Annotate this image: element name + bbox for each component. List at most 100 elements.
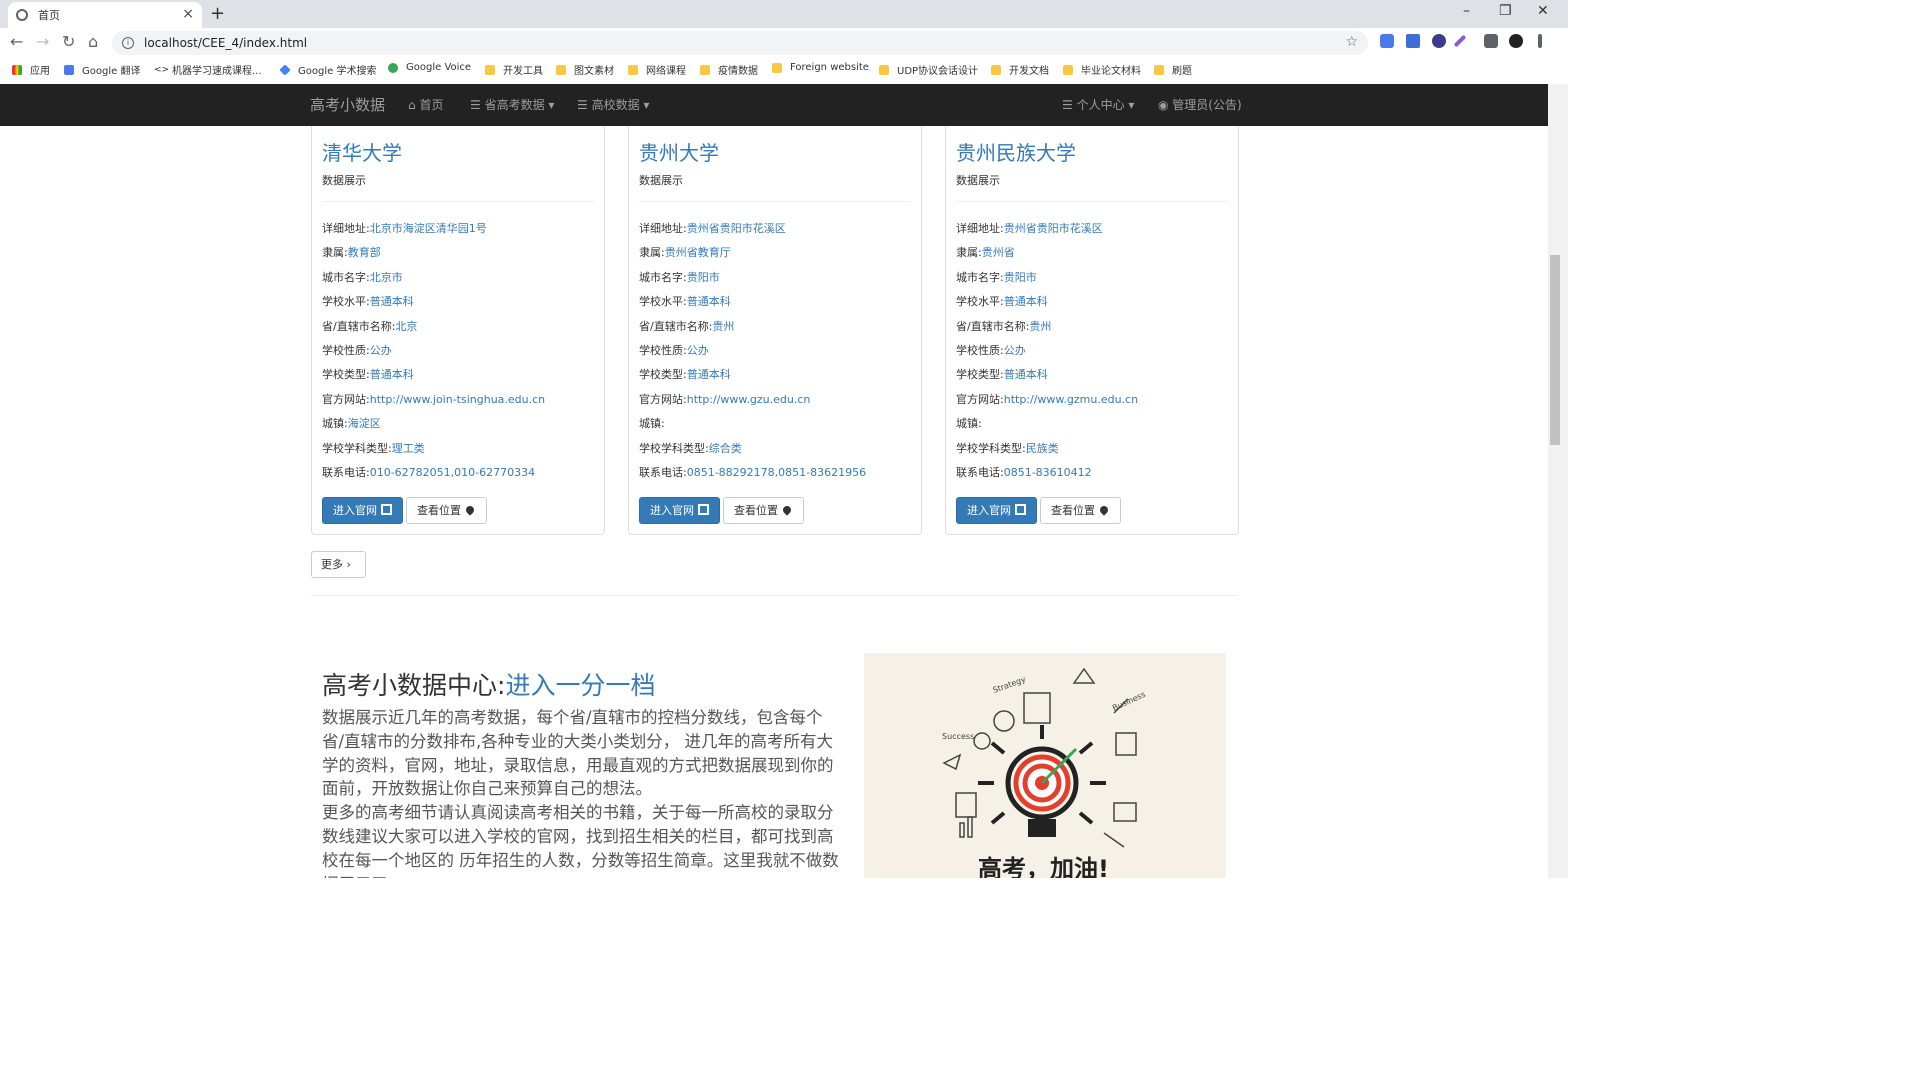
qrcode-icon (698, 504, 709, 515)
enter-website-button[interactable]: 进入官网 (322, 497, 403, 524)
bookmark-folder-dev-tools[interactable]: 开发工具 (485, 62, 543, 77)
field-phone: 联系电话:010-62782051,010-62770334 (322, 466, 536, 479)
field-type: 学校类型:普通本科 (322, 368, 414, 381)
school-name[interactable]: 清华大学 (322, 137, 402, 166)
more-button[interactable]: 更多 › (311, 551, 366, 578)
bookmark-folder-thesis[interactable]: 毕业论文材料 (1063, 62, 1141, 77)
google-translate-icon (64, 64, 74, 75)
card-subtitle: 数据展示 (639, 174, 683, 187)
lightbulb-target-icon (978, 725, 1106, 837)
svg-text:Success: Success (942, 732, 974, 741)
crop-extension-icon[interactable] (1406, 34, 1420, 48)
bookmark-google-translate[interactable]: Google 翻译 (64, 62, 140, 77)
window-close-icon[interactable]: ✕ (1537, 3, 1549, 19)
close-tab-icon[interactable]: × (182, 6, 194, 22)
scrollbar-thumb[interactable] (1550, 255, 1560, 445)
folder-icon (879, 64, 889, 75)
view-location-button[interactable]: 查看位置 (1040, 497, 1121, 524)
card-subtitle: 数据展示 (322, 174, 366, 187)
svg-text:Business: Business (1111, 690, 1147, 713)
field-level: 学校水平:普通本科 (322, 295, 414, 308)
score-rank-link[interactable]: 进入一分一档 (505, 671, 655, 700)
info-icon[interactable]: i (122, 37, 134, 49)
globe-icon: ◉ (1158, 98, 1173, 112)
caret-down-icon: ▾ (544, 98, 555, 112)
puzzle-extension-icon[interactable] (1484, 34, 1498, 48)
feature-paragraph: 更多的高考细节请认真阅读高考相关的书籍，关于每一所高校的录取分数线建议大家可以进… (322, 803, 839, 878)
view-location-button[interactable]: 查看位置 (723, 497, 804, 524)
restore-icon[interactable]: ❐ (1499, 3, 1512, 19)
school-card: 清华大学 数据展示 详细地址:北京市海淀区清华园1号 隶属:教育部 城市名字:北… (311, 126, 605, 535)
menu-dots-icon[interactable] (1538, 34, 1542, 48)
bookmark-google-voice[interactable]: Google Voice (388, 62, 471, 73)
translate-extension-icon[interactable] (1380, 34, 1394, 48)
nav-home[interactable]: ⌂ 首页 (408, 84, 443, 126)
bookmark-folder-udp[interactable]: UDP协议会话设计 (879, 62, 978, 77)
code-brackets-icon: <> (154, 64, 170, 75)
folder-icon (700, 64, 710, 75)
page-content: 清华大学 数据展示 详细地址:北京市海淀区清华园1号 隶属:教育部 城市名字:北… (0, 126, 1548, 878)
field-affiliation: 隶属:贵州省 (956, 246, 1015, 259)
home-icon[interactable]: ⌂ (88, 32, 98, 51)
field-discipline: 学校学科类型:民族类 (956, 442, 1059, 455)
forward-arrow-icon[interactable]: → (36, 32, 49, 51)
profile-avatar-icon[interactable] (1509, 34, 1523, 48)
bookmark-folder-practice[interactable]: 刷题 (1154, 62, 1192, 77)
google-voice-icon (388, 62, 398, 73)
bookmark-star-icon[interactable]: ☆ (1345, 34, 1358, 50)
tab-strip: 首页 × + – ❐ ✕ (0, 0, 1568, 28)
field-town: 城镇:海淀区 (322, 417, 381, 430)
enter-website-button[interactable]: 进入官网 (956, 497, 1037, 524)
new-tab-icon[interactable]: + (210, 3, 225, 24)
field-province: 省/直辖市名称:北京 (322, 320, 418, 333)
bookmark-folder-epidemic[interactable]: 疫情数据 (700, 62, 758, 77)
nav-school-data[interactable]: ☰ 高校数据 ▾ (577, 84, 649, 126)
nav-province-data[interactable]: ☰ 省高考数据 ▾ (470, 84, 554, 126)
feature-description: 数据展示近几年的高考数据，每个省/直辖市的控档分数线，包含每个省/直辖市的分数排… (322, 706, 842, 878)
page-scrollbar[interactable] (1548, 84, 1568, 878)
reload-icon[interactable]: ↻ (62, 32, 75, 51)
folder-icon (991, 64, 1001, 75)
bookmark-folder-docs[interactable]: 开发文档 (991, 62, 1049, 77)
field-affiliation: 隶属:教育部 (322, 246, 381, 259)
bookmark-folder-courses[interactable]: 网络课程 (628, 62, 686, 77)
home-icon: ⌂ (408, 98, 420, 112)
field-discipline: 学校学科类型:综合类 (639, 442, 742, 455)
list-icon: ☰ (1062, 98, 1077, 112)
navbar-brand[interactable]: 高考小数据 (310, 84, 385, 126)
school-name[interactable]: 贵州大学 (639, 137, 719, 166)
browser-tab[interactable]: 首页 × (8, 2, 202, 28)
url-text: localhost/CEE_4/index.html (144, 36, 308, 50)
back-arrow-icon[interactable]: ← (10, 32, 23, 51)
caret-down-icon: ▾ (1124, 98, 1135, 112)
bookmark-google-scholar[interactable]: Google 学术搜索 (279, 62, 376, 77)
bookmark-folder-foreign[interactable]: Foreign website (772, 62, 869, 73)
view-location-button[interactable]: 查看位置 (406, 497, 487, 524)
minimize-icon[interactable]: – (1463, 3, 1470, 19)
field-address: 详细地址:北京市海淀区清华园1号 (322, 222, 487, 235)
field-level: 学校水平:普通本科 (639, 295, 731, 308)
folder-icon (628, 64, 638, 75)
field-type: 学校类型:普通本科 (956, 368, 1048, 381)
bookmark-folder-materials[interactable]: 图文素材 (556, 62, 614, 77)
doodle-word-labels: Strategy Business Success (942, 675, 1147, 741)
field-website: 官方网站:http://www.gzu.edu.cn (639, 393, 811, 406)
nav-admin[interactable]: ◉ 管理员(公告) (1158, 84, 1242, 126)
field-nature: 学校性质:公办 (639, 344, 709, 357)
nav-personal-center[interactable]: ☰ 个人中心 ▾ (1062, 84, 1134, 126)
field-type: 学校类型:普通本科 (639, 368, 731, 381)
feature-paragraph: 数据展示近几年的高考数据，每个省/直辖市的控档分数线，包含每个省/直辖市的分数排… (322, 708, 834, 799)
field-level: 学校水平:普通本科 (956, 295, 1048, 308)
school-name[interactable]: 贵州民族大学 (956, 137, 1076, 166)
enter-website-button[interactable]: 进入官网 (639, 497, 720, 524)
k-extension-icon[interactable] (1432, 34, 1446, 48)
field-phone: 联系电话:0851-88292178,0851-83621956 (639, 466, 867, 479)
url-field[interactable]: i localhost/CEE_4/index.html ☆ (112, 31, 1368, 55)
address-bar-row: ← → ↻ ⌂ i localhost/CEE_4/index.html ☆ (0, 28, 1568, 57)
bookmark-ml-course[interactable]: <> 机器学习速成课程... (154, 62, 262, 78)
field-website: 官方网站:http://www.gzmu.edu.cn (956, 393, 1139, 406)
field-website: 官方网站:http://www.join-tsinghua.edu.cn (322, 393, 546, 406)
bookmark-apps[interactable]: 应用 (12, 62, 50, 77)
motto-text: 高考，加油! (978, 855, 1109, 878)
browser-chrome: 首页 × + – ❐ ✕ ← → ↻ ⌂ i localhost/CEE_4/i… (0, 0, 1568, 84)
